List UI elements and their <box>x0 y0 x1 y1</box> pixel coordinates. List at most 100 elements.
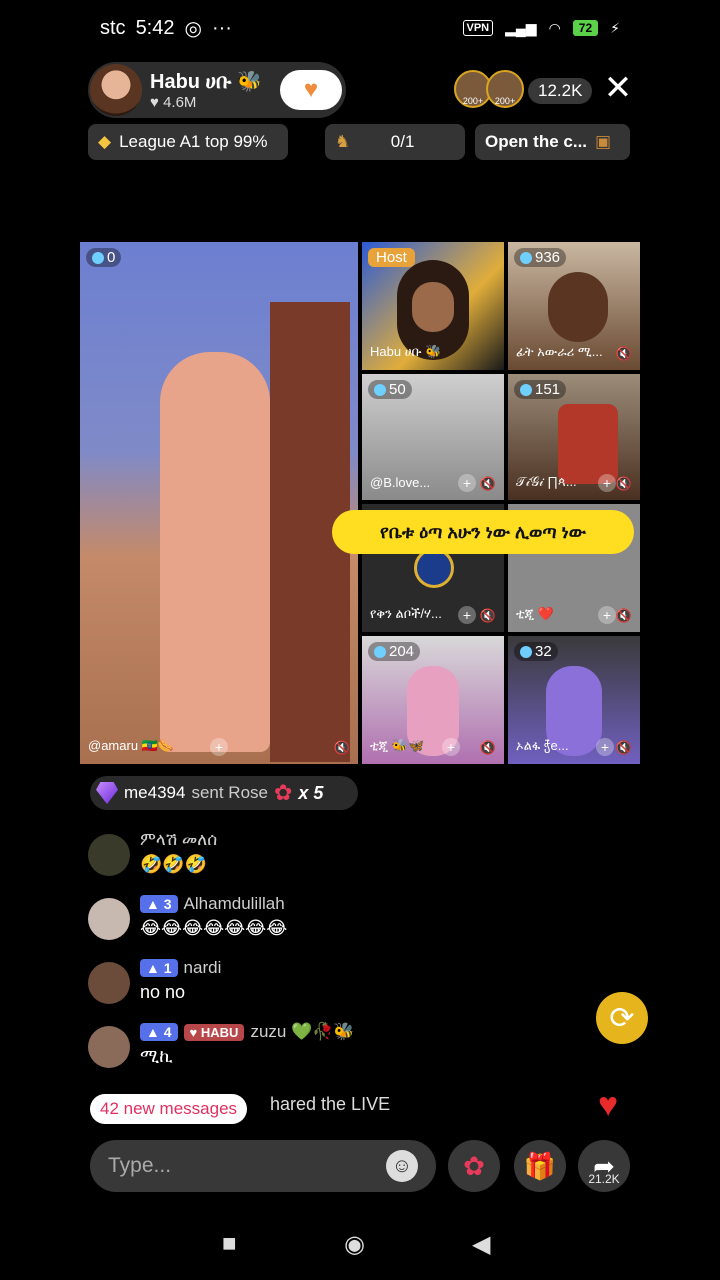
gift-action: sent Rose <box>191 783 268 802</box>
mute-icon[interactable]: 🔇 <box>334 740 350 756</box>
top-viewers[interactable]: 200+ 200+ 12.2K <box>454 70 593 108</box>
guest-tile[interactable]: 50 @B.love... + 🔇 <box>362 374 504 500</box>
guest-name: @amaru 🇪🇹🌭 <box>88 738 175 753</box>
guest-tile[interactable]: 936 ፊት አውራሪ ሚ... 🔇 <box>508 242 640 370</box>
mute-icon[interactable]: 🔇 <box>616 476 632 492</box>
open-chest-chip[interactable]: Open the c... ▣ <box>475 124 630 160</box>
guest-name: @B.love... <box>370 475 431 490</box>
chest-icon: ▣ <box>595 132 612 151</box>
system-nav-bar: ■ ◉ ◀ <box>0 1222 720 1266</box>
rose-icon: ✿ <box>273 780 293 805</box>
viewer-badge: 0 <box>86 248 122 267</box>
guest-name: Habu ሀቡ 🐝 <box>370 344 442 359</box>
mute-icon[interactable]: 🔇 <box>616 608 632 624</box>
signal-icon: ▂▄▆ <box>505 19 537 36</box>
mute-icon[interactable]: 🔇 <box>480 608 496 624</box>
guest-tile[interactable]: 0 @amaru 🇪🇹🌭 + 🔇 <box>80 242 358 764</box>
more-icon: ··· <box>211 16 232 39</box>
guest-name: የቅን ልቦች/ሃ... <box>370 606 442 621</box>
like-heart-icon[interactable]: ♥ <box>598 1086 618 1125</box>
back-icon[interactable]: ◀ <box>472 1230 490 1259</box>
battle-score-chip[interactable]: ♞ 0/1 <box>325 124 465 160</box>
multi-guest-grid: 0 @amaru 🇪🇹🌭 + 🔇 Host Habu ሀቡ 🐝 936 ፊት አ… <box>80 242 640 764</box>
vpn-indicator: VPN <box>462 20 494 36</box>
recents-icon[interactable]: ■ <box>222 1230 237 1258</box>
fan-club-badge: ♥ HABU <box>183 1023 245 1041</box>
add-guest-button[interactable]: + <box>442 738 460 756</box>
guest-tile[interactable]: 204 ቲጂ 🐝🦋 + 🔇 <box>362 636 504 764</box>
chat-message[interactable]: ▲ 4 ♥ HABU zuzu 💚🥀🐝 ሚኪ <box>88 1022 588 1086</box>
add-guest-button[interactable]: + <box>458 474 476 492</box>
whatsapp-icon: ◎ <box>184 17 202 40</box>
wifi-icon: ◠ <box>548 19 561 36</box>
comment-input[interactable]: Type... ☺ <box>90 1140 436 1192</box>
chat-text: no no <box>140 982 186 1002</box>
mute-icon[interactable]: 🔇 <box>480 476 496 492</box>
gift-notification: me4394 sent Rose ✿ x 5 <box>90 776 358 810</box>
chat-username[interactable]: zuzu 💚🥀🐝 <box>250 1022 354 1042</box>
guest-tile[interactable]: 151 𝒯𝒾𝒢𝒾 ∏ጳ... + 🔇 <box>508 374 640 500</box>
carrier-label: stc <box>100 16 126 39</box>
gift-sender: me4394 <box>124 783 186 802</box>
league-chip[interactable]: ◆ League A1 top 99% <box>88 124 288 160</box>
add-guest-button[interactable]: + <box>458 606 476 624</box>
home-icon[interactable]: ◉ <box>344 1230 365 1259</box>
guest-name: 𝒯𝒾𝒢𝒾 ∏ጳ... <box>516 474 577 489</box>
viewer-badge: 32 <box>514 642 558 661</box>
announcement-banner: የቤቱ ዕጣ አሁን ነው ሊወጣ ነው <box>332 510 634 554</box>
gem-icon <box>96 782 118 804</box>
chat-username[interactable]: Alhamdulillah <box>184 894 285 914</box>
chat-message[interactable]: ምላሽ መለሰ 🤣🤣🤣 <box>88 830 588 894</box>
avatar[interactable] <box>88 834 130 876</box>
host-name: Habu ሀቡ 🐝 <box>150 71 262 93</box>
viewer-avatar[interactable]: 200+ <box>486 70 524 108</box>
close-icon[interactable]: ✕ <box>598 68 638 108</box>
share-count: 21.2K <box>588 1172 620 1186</box>
league-label: League A1 top 99% <box>119 132 268 151</box>
mute-icon[interactable]: 🔇 <box>616 740 632 756</box>
viewer-badge: 936 <box>514 248 567 267</box>
level-badge: ▲ 1 <box>140 959 178 977</box>
chat-username[interactable]: nardi <box>184 958 222 978</box>
diamond-icon: ◆ <box>98 132 112 151</box>
host-tag: Host <box>368 248 415 267</box>
charging-icon: ⚡ <box>610 19 620 36</box>
add-guest-button[interactable]: + <box>210 738 228 756</box>
chat-text: 🤣🤣🤣 <box>140 854 208 874</box>
guest-name: ቲጂ 🐝🦋 <box>370 738 425 753</box>
add-guest-button[interactable]: + <box>596 738 614 756</box>
viewer-badge: 204 <box>368 642 421 661</box>
chat-text: 😂😂😂😂😂😂😂 <box>140 918 288 938</box>
avatar[interactable] <box>88 962 130 1004</box>
host-profile[interactable]: Habu ሀቡ 🐝 ♥ 4.6M ♥ <box>88 62 346 118</box>
guest-tile-host[interactable]: Host Habu ሀቡ 🐝 <box>362 242 504 370</box>
host-avatar[interactable] <box>90 64 142 116</box>
chat-message[interactable]: ▲ 1 nardi no no <box>88 958 588 1022</box>
chat-message[interactable]: ▲ 3 Alhamdulillah 😂😂😂😂😂😂😂 <box>88 894 588 958</box>
gift-button[interactable]: 🎁 <box>514 1140 566 1192</box>
gift-icon: 🎁 <box>523 1150 557 1181</box>
status-bar: stc 5:42 ◎ ··· VPN ▂▄▆ ◠ 72 ⚡ <box>0 0 720 56</box>
mute-icon[interactable]: 🔇 <box>616 346 632 362</box>
avatar[interactable] <box>88 1026 130 1068</box>
gift-count: x 5 <box>298 782 324 803</box>
viewer-badge: 151 <box>514 380 567 399</box>
follow-button[interactable]: ♥ <box>280 70 342 110</box>
level-badge: ▲ 3 <box>140 895 178 913</box>
comment-placeholder[interactable]: Type... <box>108 1154 171 1178</box>
add-guest-button[interactable]: + <box>598 606 616 624</box>
chat-list[interactable]: ምላሽ መለሰ 🤣🤣🤣 ▲ 3 Alhamdulillah 😂😂😂😂😂😂😂 ▲ … <box>88 830 588 1086</box>
battery-indicator: 72 <box>572 20 599 36</box>
open-label: Open the c... <box>485 132 588 151</box>
viewer-count[interactable]: 12.2K <box>528 78 593 104</box>
mute-icon[interactable]: 🔇 <box>480 740 496 756</box>
emoji-icon[interactable]: ☺ <box>386 1150 418 1182</box>
rotate-icon[interactable]: ⟳ <box>596 992 648 1044</box>
avatar[interactable] <box>88 898 130 940</box>
host-likes: ♥ 4.6M <box>150 94 197 111</box>
chat-username[interactable]: ምላሽ መለሰ <box>140 830 217 850</box>
new-messages-button[interactable]: 42 new messages <box>90 1094 248 1124</box>
guest-tile[interactable]: 32 ኦልፋ ჭ̈e... + 🔇 <box>508 636 640 764</box>
rose-gift-button[interactable]: ✿ <box>448 1140 500 1192</box>
add-guest-button[interactable]: + <box>598 474 616 492</box>
